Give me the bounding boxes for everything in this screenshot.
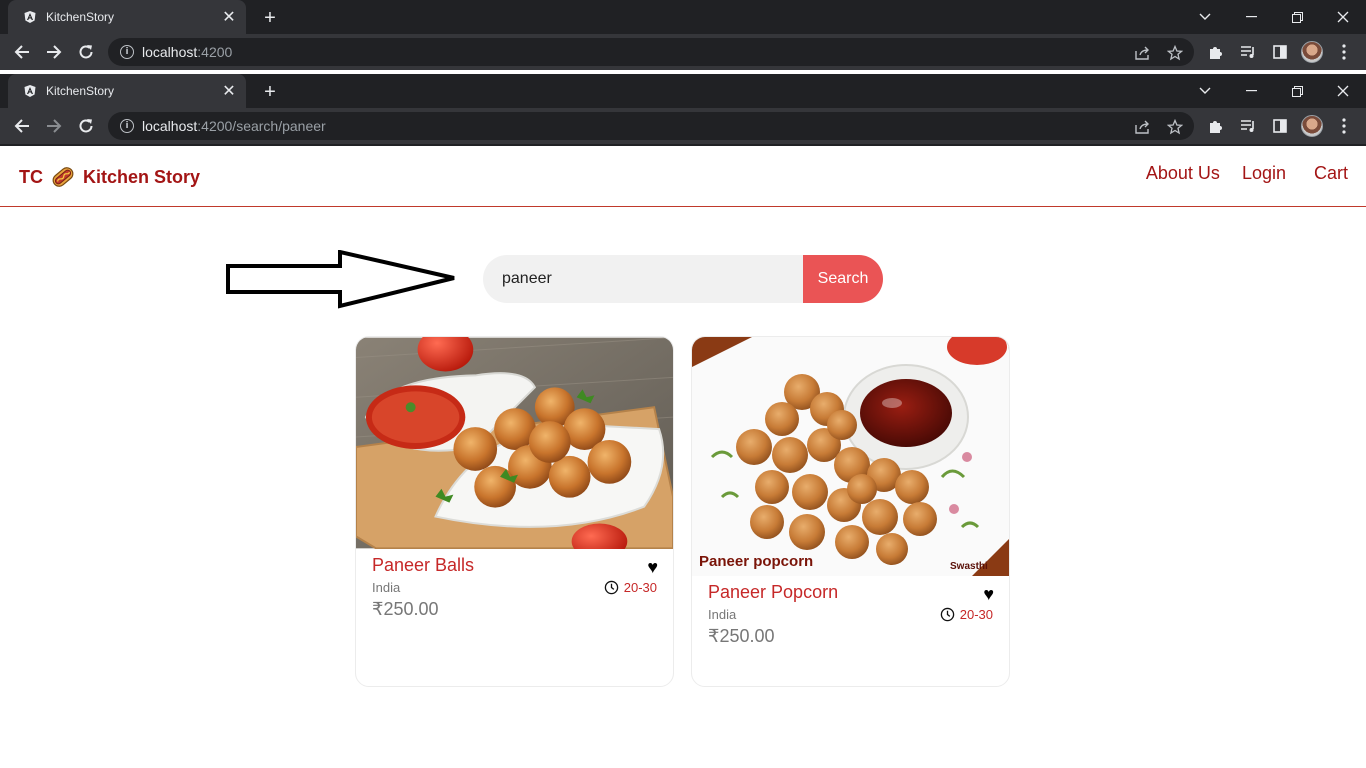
browser-tab[interactable]: KitchenStory ✕: [8, 74, 246, 108]
recipe-card[interactable]: Paneer Balls ♥ India 20-30 ₹250.00: [355, 336, 674, 687]
nav-cart[interactable]: Cart: [1314, 163, 1348, 184]
recipe-image: [692, 337, 1009, 576]
url-text: localhost:4200: [142, 44, 233, 60]
recipe-title[interactable]: Paneer Popcorn: [708, 582, 993, 603]
arrow-right-annotation-icon: [226, 250, 455, 309]
share-icon[interactable]: [1134, 118, 1152, 136]
media-queue-icon[interactable]: [1236, 40, 1260, 64]
tab-title: KitchenStory: [46, 10, 115, 24]
avatar[interactable]: [1300, 40, 1324, 64]
brand-name: Kitchen Story: [83, 166, 201, 187]
nav-login[interactable]: Login: [1242, 163, 1286, 184]
tab-title: KitchenStory: [46, 84, 115, 98]
card-meta: India 20-30: [708, 607, 993, 622]
puzzle-icon[interactable]: [1204, 114, 1228, 138]
arrow-right-icon[interactable]: [42, 40, 66, 64]
arrow-right-icon[interactable]: [42, 114, 66, 138]
search-input[interactable]: [483, 255, 803, 303]
card-body: Paneer Popcorn ♥ India 20-30 ₹250.00: [692, 576, 1009, 647]
star-icon[interactable]: [1166, 118, 1184, 136]
restore-icon[interactable]: [1274, 0, 1320, 34]
avatar[interactable]: [1300, 114, 1324, 138]
address-bar[interactable]: i localhost:4200/search/paneer: [108, 112, 1194, 140]
tab-strip: KitchenStory ✕ +: [0, 74, 1366, 108]
hotdog-icon: [52, 167, 74, 187]
chevron-down-icon[interactable]: [1182, 0, 1228, 34]
brand-logo[interactable]: TC Kitchen Story: [19, 166, 200, 188]
recipe-time-value: 20-30: [959, 607, 993, 622]
reload-icon[interactable]: [74, 114, 98, 138]
restore-icon[interactable]: [1274, 74, 1320, 108]
recipe-origin: India: [372, 580, 401, 595]
browser-window-front: KitchenStory ✕ + i localhost:4200/search…: [0, 74, 1366, 146]
image-caption: Paneer popcorn: [699, 553, 814, 570]
recipe-time-value: 20-30: [623, 580, 657, 595]
close-window-icon[interactable]: [1320, 0, 1366, 34]
search-bar: Search: [483, 255, 883, 303]
nav-links: About Us Login Cart: [1124, 163, 1348, 184]
info-icon[interactable]: i: [120, 119, 134, 133]
search-button[interactable]: Search: [803, 255, 883, 303]
tab-strip: KitchenStory ✕ +: [0, 0, 1366, 34]
star-icon[interactable]: [1166, 44, 1184, 62]
web-page: TC Kitchen Story About Us Login Cart Sea…: [0, 146, 1366, 768]
address-bar[interactable]: i localhost:4200: [108, 38, 1194, 66]
info-icon[interactable]: i: [120, 45, 134, 59]
media-queue-icon[interactable]: [1236, 114, 1260, 138]
angular-icon: [22, 83, 38, 99]
recipe-card[interactable]: Paneer popcorn Swasthi Paneer Popcorn ♥ …: [691, 336, 1010, 687]
recipe-time: 20-30: [940, 607, 993, 622]
close-icon[interactable]: ✕: [220, 82, 238, 100]
navbar: TC Kitchen Story About Us Login Cart: [0, 146, 1366, 207]
kebab-menu-icon[interactable]: [1332, 114, 1356, 138]
browser-toolbar: i localhost:4200: [0, 34, 1366, 70]
clock-icon: [940, 607, 954, 622]
browser-window-back: KitchenStory ✕ + i localhost:4200: [0, 0, 1366, 70]
plus-icon[interactable]: +: [258, 80, 282, 104]
heart-icon[interactable]: ♥: [983, 584, 994, 605]
url-text: localhost:4200/search/paneer: [142, 118, 326, 134]
recipe-price: ₹250.00: [708, 626, 775, 646]
side-panel-icon[interactable]: [1268, 40, 1292, 64]
arrow-left-icon[interactable]: [10, 40, 34, 64]
card-body: Paneer Balls ♥ India 20-30 ₹250.00: [356, 549, 673, 620]
reload-icon[interactable]: [74, 40, 98, 64]
chevron-down-icon[interactable]: [1182, 74, 1228, 108]
side-panel-icon[interactable]: [1268, 114, 1292, 138]
share-icon[interactable]: [1134, 44, 1152, 62]
close-window-icon[interactable]: [1320, 74, 1366, 108]
recipe-origin: India: [708, 607, 737, 622]
close-icon[interactable]: ✕: [220, 8, 238, 26]
plus-icon[interactable]: +: [258, 6, 282, 30]
nav-about-us[interactable]: About Us: [1146, 163, 1220, 184]
recipe-image-wrap: Paneer popcorn Swasthi: [692, 337, 1009, 576]
kebab-menu-icon[interactable]: [1332, 40, 1356, 64]
image-watermark: Swasthi: [950, 561, 988, 572]
arrow-left-icon[interactable]: [10, 114, 34, 138]
recipe-image: [356, 337, 673, 549]
browser-toolbar: i localhost:4200/search/paneer: [0, 108, 1366, 144]
recipe-time: 20-30: [604, 580, 657, 595]
minimize-icon[interactable]: [1228, 0, 1274, 34]
heart-icon[interactable]: ♥: [647, 557, 658, 578]
card-meta: India 20-30: [372, 580, 657, 595]
recipe-price: ₹250.00: [372, 599, 439, 619]
minimize-icon[interactable]: [1228, 74, 1274, 108]
browser-tab[interactable]: KitchenStory ✕: [8, 0, 246, 34]
clock-icon: [604, 580, 618, 595]
puzzle-icon[interactable]: [1204, 40, 1228, 64]
recipe-title[interactable]: Paneer Balls: [372, 555, 657, 576]
angular-icon: [22, 9, 38, 25]
brand-prefix: TC: [19, 166, 43, 187]
